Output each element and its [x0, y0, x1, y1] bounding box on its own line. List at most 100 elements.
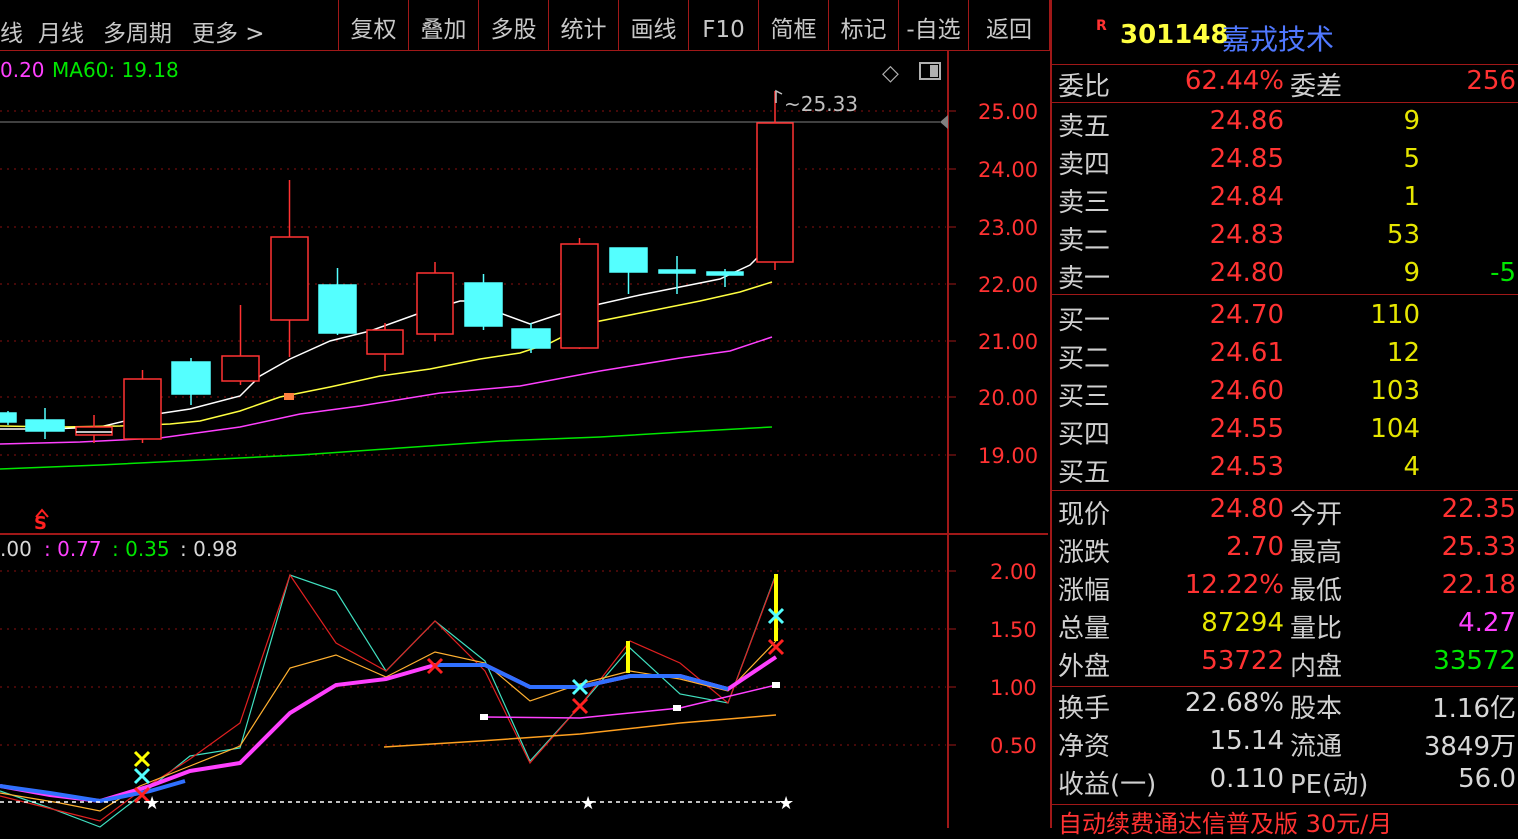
candle-down[interactable]	[171, 361, 211, 395]
fundamental-row: 收益(一) 0.110 PE(动) 56.0	[1052, 764, 1518, 802]
f10-button[interactable]: F10	[688, 0, 758, 50]
quote-value: 2.70	[1226, 532, 1284, 562]
candle-up[interactable]	[270, 236, 309, 321]
candle-up[interactable]	[366, 329, 404, 355]
candle-up[interactable]	[123, 378, 162, 440]
ask-volume: 9	[1403, 258, 1420, 288]
indicator-tick-label: 2.00	[990, 560, 1037, 584]
candle-up[interactable]	[221, 355, 260, 382]
candle-down[interactable]	[706, 271, 744, 276]
bid-volume: 12	[1386, 338, 1420, 368]
price-tick-label: 25.00	[978, 100, 1038, 124]
bid-price: 24.70	[1209, 300, 1284, 330]
quote-value-2: 33572	[1433, 646, 1516, 676]
quote-value-2: 22.18	[1441, 570, 1516, 600]
indicator-legend-1: .00	[0, 537, 32, 561]
monthly-tab[interactable]: 月线	[38, 14, 84, 48]
bid-label: 买四	[1058, 420, 1111, 450]
draw-line-button[interactable]: 画线	[618, 0, 688, 50]
fuquan-button[interactable]: 复权	[338, 0, 408, 50]
stock-name[interactable]: 嘉戎技术	[1222, 18, 1334, 58]
quote-label: 外盘	[1058, 652, 1111, 682]
candle-down[interactable]	[318, 284, 357, 334]
quote-row: 涨幅 12.22% 最低 22.18	[1052, 570, 1518, 608]
indicator-baseline	[383, 714, 777, 748]
fund-label: 换手	[1058, 694, 1111, 724]
star-marker: ★	[778, 793, 794, 814]
fund-value: 15.14	[1209, 726, 1284, 756]
bid-volume: 110	[1370, 300, 1420, 330]
ask-row: 卖五 24.86 9	[1052, 106, 1518, 144]
stock-code[interactable]: 301148	[1120, 20, 1229, 50]
price-tick-label: 24.00	[978, 158, 1038, 182]
ask-change: -5	[1490, 258, 1516, 288]
ask-price: 24.84	[1209, 182, 1284, 212]
fund-label: 净资	[1058, 732, 1111, 762]
price-tick-label: 21.00	[978, 330, 1038, 354]
candle-up[interactable]	[560, 243, 599, 349]
indicator-dots-line	[483, 684, 777, 719]
multi-stock-button[interactable]: 多股	[478, 0, 548, 50]
ma60-green-line	[0, 426, 773, 470]
mark-button[interactable]: 标记	[828, 0, 898, 50]
candle-down[interactable]	[0, 412, 17, 423]
indicator-tick-label: 1.50	[990, 618, 1037, 642]
high-marker-label: ~25.33	[784, 92, 858, 116]
multi-period-tab[interactable]: 多周期	[103, 14, 172, 48]
quote-value-2: 22.35	[1441, 494, 1516, 524]
candle-down[interactable]	[25, 419, 65, 432]
ask-row: 卖二 24.83 53	[1052, 220, 1518, 258]
indicator-tick-label: 1.00	[990, 676, 1037, 700]
ask-volume: 5	[1403, 144, 1420, 174]
candle-down[interactable]	[511, 328, 551, 349]
fundamental-row: 净资 15.14 流通 3849万	[1052, 726, 1518, 764]
ask-label: 卖二	[1058, 226, 1111, 256]
bid-volume: 103	[1370, 376, 1420, 406]
bid-row: 买一 24.70 110	[1052, 300, 1518, 338]
price-tick-label: 19.00	[978, 444, 1038, 468]
ma-legend-partial: 0.20	[0, 58, 45, 82]
candle-down[interactable]	[464, 282, 503, 327]
quote-label: 总量	[1058, 614, 1111, 644]
indicator-legend-2: : 0.77	[44, 537, 102, 561]
price-tick-label: 22.00	[978, 273, 1038, 297]
candle-up[interactable]	[416, 272, 454, 335]
statistics-button[interactable]: 统计	[548, 0, 618, 50]
ask-label: 卖一	[1058, 264, 1111, 294]
quote-label-2: 量比	[1290, 614, 1343, 644]
diamond-icon[interactable]: ◇	[882, 61, 899, 86]
simple-frame-button[interactable]: 简框	[758, 0, 828, 50]
back-button[interactable]: 返回	[968, 0, 1050, 50]
star-marker: ★	[580, 793, 596, 814]
price-axis: 25.00 24.00 23.00 22.00 21.00 20.00 19.00	[948, 100, 1038, 468]
bid-price: 24.55	[1209, 414, 1284, 444]
moving-averages	[0, 242, 773, 470]
fund-label: 收益(一)	[1058, 770, 1157, 800]
ask-label: 卖四	[1058, 150, 1111, 180]
high-marker-flag	[775, 89, 783, 103]
window-icon-fill	[930, 65, 938, 77]
weibi-label: 委比	[1058, 72, 1111, 102]
ask-volume: 1	[1403, 182, 1420, 212]
indicator-lines: ★ ★ ★	[0, 573, 794, 828]
weibi-value: 62.44%	[1184, 66, 1284, 96]
kline-chart[interactable]: 0.20 MA60: 19.18 ◇ 25.0024.0023.0022.002…	[0, 51, 1048, 828]
ask-price: 24.86	[1209, 106, 1284, 136]
signal-x-marker	[133, 767, 151, 785]
ask-volume: 9	[1403, 106, 1420, 136]
indicator-square-marker	[772, 682, 780, 688]
indicator-magenta-line	[0, 655, 778, 804]
period-tab-partial[interactable]: 线	[0, 14, 23, 48]
candle-down[interactable]	[609, 247, 648, 273]
ask-label: 卖三	[1058, 188, 1111, 218]
footer-ad[interactable]: 自动续费通达信普及版 30元/月	[1058, 804, 1392, 839]
quote-label: 涨幅	[1058, 576, 1111, 606]
candle-up[interactable]	[756, 122, 794, 263]
quote-row: 外盘 53722 内盘 33572	[1052, 646, 1518, 684]
overlay-button[interactable]: 叠加	[408, 0, 478, 50]
candlesticks[interactable]	[0, 91, 794, 443]
candle-up[interactable]	[75, 426, 113, 436]
remove-watchlist-button[interactable]: -自选	[898, 0, 968, 50]
more-tab[interactable]: 更多 >	[192, 14, 265, 48]
ask-label: 卖五	[1058, 112, 1111, 142]
